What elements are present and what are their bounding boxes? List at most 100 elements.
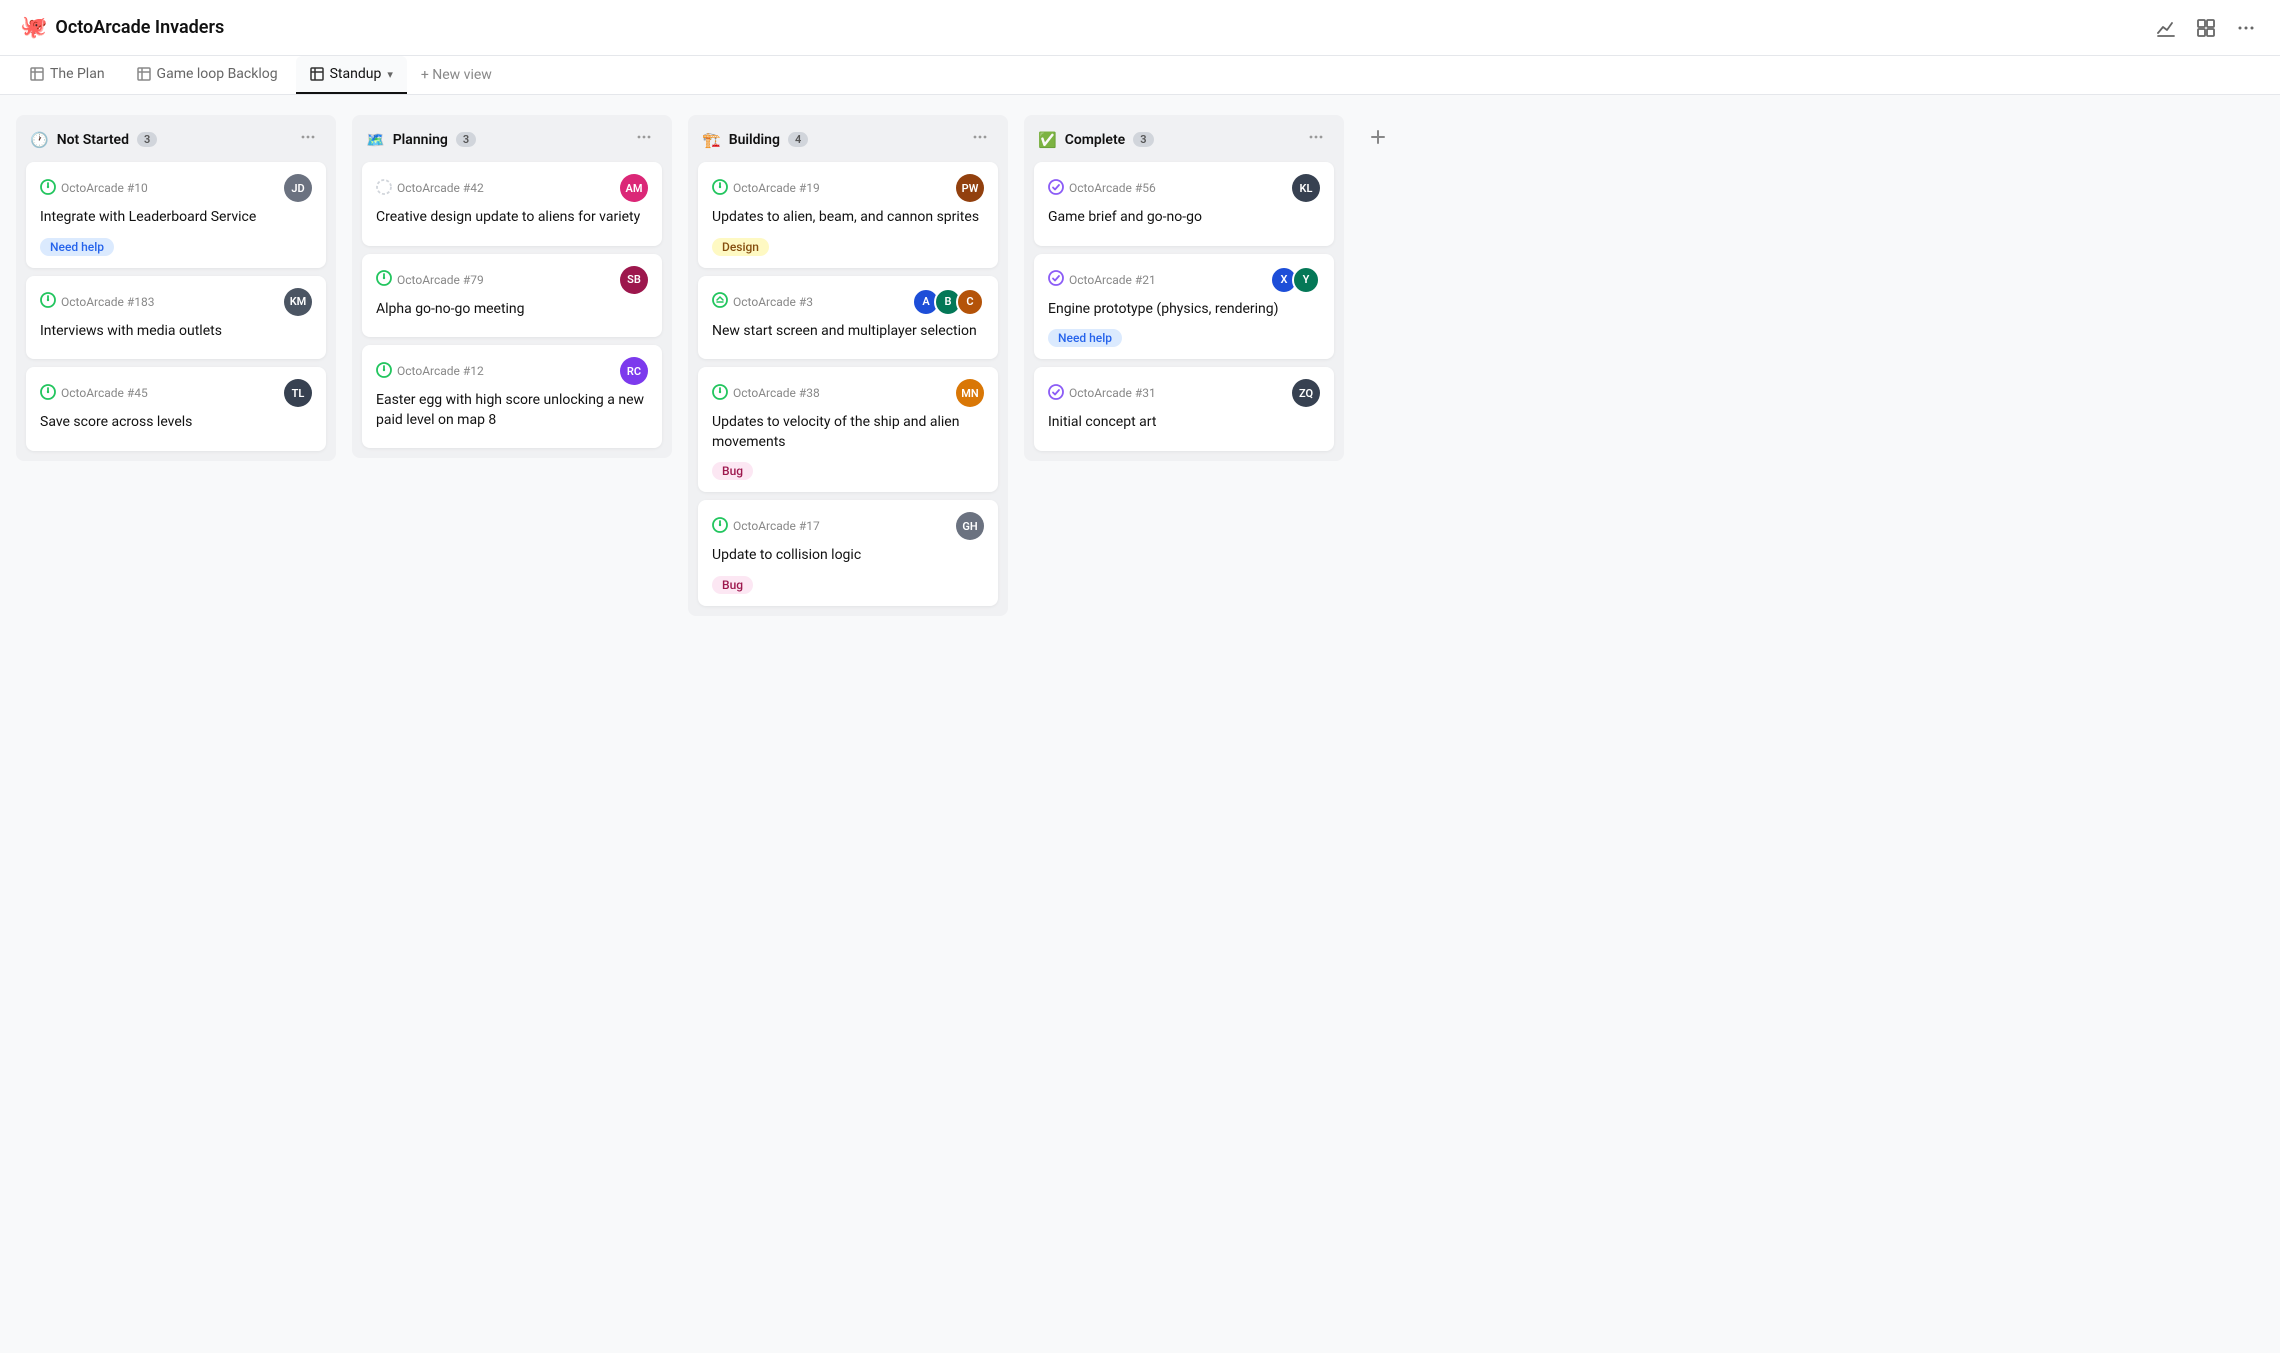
layout-icon-button[interactable]	[2192, 14, 2220, 42]
status-not-started-icon	[40, 384, 56, 400]
card-title: Easter egg with high score unlocking a n…	[376, 391, 648, 430]
add-column-button[interactable]	[1360, 119, 1396, 155]
nav-tabs: The Plan Game loop Backlog Standup ▾ + N…	[0, 56, 2280, 95]
status-not-started-icon	[712, 179, 728, 195]
more-options-button[interactable]	[2232, 14, 2260, 42]
card-id-area: OctoArcade #183	[40, 292, 155, 311]
card-id: OctoArcade #19	[733, 181, 820, 195]
card-status-icon	[40, 384, 56, 403]
card-title: Save score across levels	[40, 413, 312, 433]
tab-game-loop-backlog-label: Game loop Backlog	[157, 66, 278, 82]
avatar-group: ABC	[912, 288, 984, 316]
card-octoarcade-#45[interactable]: OctoArcade #45 TL Save score across leve…	[26, 367, 326, 451]
status-building-icon	[712, 292, 728, 308]
tab-game-loop-backlog[interactable]: Game loop Backlog	[123, 56, 292, 94]
card-octoarcade-#56[interactable]: OctoArcade #56 KL Game brief and go-no-g…	[1034, 162, 1334, 246]
card-header: OctoArcade #21 XY	[1048, 266, 1320, 294]
column-menu-button[interactable]	[294, 127, 322, 152]
tab-standup-dropdown-icon[interactable]: ▾	[387, 68, 393, 81]
app-title-area: 🐙 OctoArcade Invaders	[20, 15, 224, 40]
column-header: ✅ Complete 3	[1024, 115, 1344, 162]
card-title: Game brief and go-no-go	[1048, 208, 1320, 228]
card-status-icon	[712, 517, 728, 536]
avatar: TL	[284, 379, 312, 407]
column-count: 3	[1133, 132, 1153, 147]
column-complete: ✅ Complete 3 OctoArcade #56 KL Game brie…	[1024, 115, 1344, 461]
card-title: New start screen and multiplayer selecti…	[712, 322, 984, 342]
column-menu-button[interactable]	[966, 127, 994, 152]
card-octoarcade-#17[interactable]: OctoArcade #17 GH Update to collision lo…	[698, 500, 998, 606]
add-new-view-button[interactable]: + New view	[411, 57, 502, 93]
card-title: Updates to velocity of the ship and alie…	[712, 413, 984, 452]
card-id: OctoArcade #31	[1069, 386, 1156, 400]
card-id: OctoArcade #3	[733, 295, 813, 309]
card-title: Initial concept art	[1048, 413, 1320, 433]
chart-icon-button[interactable]	[2152, 14, 2180, 42]
card-octoarcade-#21[interactable]: OctoArcade #21 XY Engine prototype (phys…	[1034, 254, 1334, 360]
card-octoarcade-#3[interactable]: OctoArcade #3 ABC New start screen and m…	[698, 276, 998, 360]
avatar: GH	[956, 512, 984, 540]
card-octoarcade-#79[interactable]: OctoArcade #79 SB Alpha go-no-go meeting	[362, 254, 662, 338]
card-id: OctoArcade #42	[397, 181, 484, 195]
card-tag: Design	[712, 238, 769, 256]
status-planning-icon	[376, 179, 392, 195]
card-header: OctoArcade #3 ABC	[712, 288, 984, 316]
avatar: ZQ	[1292, 379, 1320, 407]
card-header: OctoArcade #45 TL	[40, 379, 312, 407]
card-octoarcade-#19[interactable]: OctoArcade #19 PW Updates to alien, beam…	[698, 162, 998, 268]
card-octoarcade-#12[interactable]: OctoArcade #12 RC Easter egg with high s…	[362, 345, 662, 448]
column-count: 3	[137, 132, 157, 147]
card-status-icon	[712, 179, 728, 198]
tab-standup[interactable]: Standup ▾	[296, 56, 407, 94]
card-status-icon	[376, 362, 392, 381]
card-octoarcade-#31[interactable]: OctoArcade #31 ZQ Initial concept art	[1034, 367, 1334, 451]
card-status-icon	[712, 292, 728, 311]
card-id-area: OctoArcade #42	[376, 179, 484, 198]
card-status-icon	[40, 179, 56, 198]
card-id-area: OctoArcade #19	[712, 179, 820, 198]
card-id: OctoArcade #183	[61, 295, 155, 309]
column-menu-button[interactable]	[1302, 127, 1330, 152]
card-id-area: OctoArcade #38	[712, 384, 820, 403]
card-octoarcade-#10[interactable]: OctoArcade #10 JD Integrate with Leaderb…	[26, 162, 326, 268]
column-title: Not Started	[57, 132, 129, 148]
card-id-area: OctoArcade #3	[712, 292, 813, 311]
card-header: OctoArcade #17 GH	[712, 512, 984, 540]
column-menu-button[interactable]	[630, 127, 658, 152]
card-status-icon	[712, 384, 728, 403]
card-tag: Need help	[1048, 329, 1122, 347]
card-id-area: OctoArcade #17	[712, 517, 820, 536]
avatar: C	[956, 288, 984, 316]
tab-the-plan-label: The Plan	[50, 66, 105, 82]
card-header: OctoArcade #42 AM	[376, 174, 648, 202]
card-title: Integrate with Leaderboard Service	[40, 208, 312, 228]
card-status-icon	[376, 270, 392, 289]
avatar: KM	[284, 288, 312, 316]
board: 🕐 Not Started 3 OctoArcade #10 JD Integr…	[0, 95, 2280, 1353]
card-header: OctoArcade #38 MN	[712, 379, 984, 407]
card-title: Engine prototype (physics, rendering)	[1048, 300, 1320, 320]
card-status-icon	[1048, 384, 1064, 403]
card-id-area: OctoArcade #56	[1048, 179, 1156, 198]
card-id: OctoArcade #21	[1069, 273, 1156, 287]
column-count: 3	[456, 132, 476, 147]
card-octoarcade-#42[interactable]: OctoArcade #42 AM Creative design update…	[362, 162, 662, 246]
status-not-started-icon	[40, 179, 56, 195]
column-header: 🕐 Not Started 3	[16, 115, 336, 162]
status-not-started-icon	[376, 270, 392, 286]
column-icon: 🗺️	[366, 131, 385, 149]
avatar: AM	[620, 174, 648, 202]
card-tag: Bug	[712, 576, 753, 594]
card-octoarcade-#183[interactable]: OctoArcade #183 KM Interviews with media…	[26, 276, 326, 360]
avatar: PW	[956, 174, 984, 202]
card-tag: Need help	[40, 238, 114, 256]
card-id-area: OctoArcade #45	[40, 384, 148, 403]
status-not-started-icon	[40, 292, 56, 308]
column-header-left: 🕐 Not Started 3	[30, 131, 157, 149]
tab-standup-label: Standup	[330, 66, 382, 82]
status-complete-icon	[1048, 384, 1064, 400]
tab-the-plan[interactable]: The Plan	[16, 56, 119, 94]
column-planning: 🗺️ Planning 3 OctoArcade #42 AM Creative…	[352, 115, 672, 458]
card-octoarcade-#38[interactable]: OctoArcade #38 MN Updates to velocity of…	[698, 367, 998, 492]
app-title: OctoArcade Invaders	[55, 17, 224, 38]
